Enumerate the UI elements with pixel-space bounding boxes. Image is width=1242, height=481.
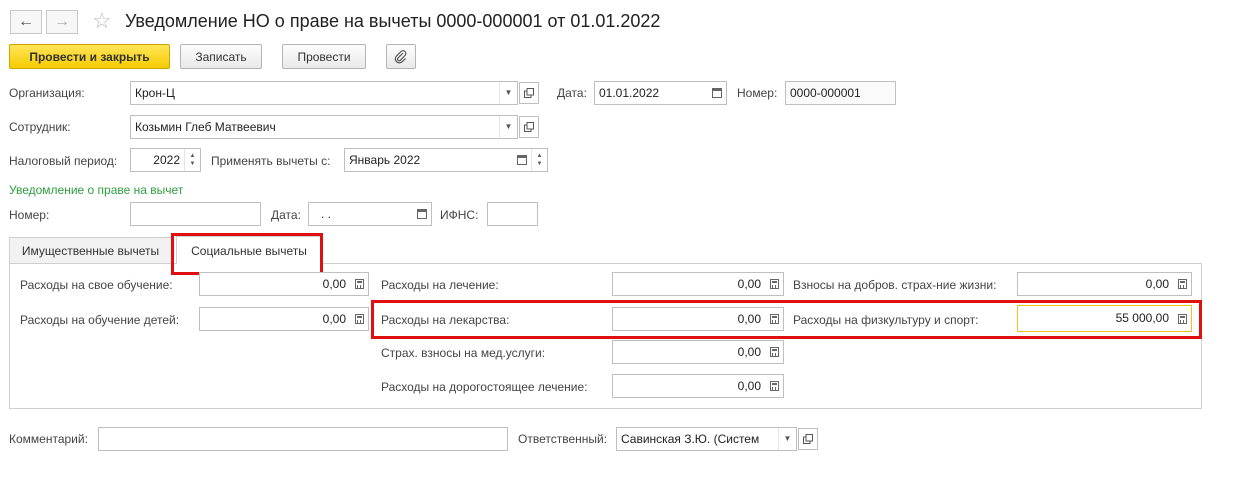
- number-field: 0000-000001: [785, 81, 896, 105]
- expensive-treatment-field[interactable]: 0,00: [612, 374, 784, 398]
- calculator-icon[interactable]: [350, 308, 368, 330]
- children-education-field[interactable]: 0,00: [199, 307, 369, 331]
- page-title: Уведомление НО о праве на вычеты 0000-00…: [125, 11, 661, 31]
- notice-number-field[interactable]: [130, 202, 261, 226]
- arrow-right-icon: →: [54, 13, 70, 30]
- life-insurance-label: Взносы на добров. страх-ние жизни:: [793, 278, 997, 292]
- notice-number-label: Номер:: [9, 208, 50, 222]
- sport-label: Расходы на физкультуру и спорт:: [793, 313, 979, 327]
- sport-value: 55 000,00: [1115, 311, 1169, 325]
- calculator-icon[interactable]: [765, 273, 783, 295]
- number-label: Номер:: [737, 86, 778, 100]
- calculator-icon[interactable]: [1173, 306, 1191, 331]
- organization-label: Организация:: [9, 86, 85, 100]
- tax-period-value: 2022: [153, 153, 180, 167]
- open-icon: [524, 122, 534, 132]
- open-organization-button[interactable]: [519, 82, 539, 104]
- children-education-value: 0,00: [322, 312, 346, 326]
- organization-value: Крон-Ц: [135, 86, 175, 100]
- apply-from-value: Январь 2022: [349, 153, 421, 167]
- back-button[interactable]: ←: [10, 10, 42, 34]
- comment-field[interactable]: [98, 427, 508, 451]
- open-icon: [524, 88, 534, 98]
- treatment-value: 0,00: [737, 277, 761, 291]
- insurance-med-label: Страх. взносы на мед.услуги:: [381, 346, 546, 360]
- notice-group-title: Уведомление о праве на вычет: [9, 183, 184, 197]
- responsible-label: Ответственный:: [518, 432, 608, 446]
- own-education-value: 0,00: [322, 277, 346, 291]
- tab-label: Социальные вычеты: [191, 243, 307, 258]
- medicines-value: 0,00: [737, 312, 761, 326]
- employee-field[interactable]: Козьмин Глеб Матвеевич ▼: [130, 115, 518, 139]
- notice-date-label: Дата:: [271, 208, 301, 222]
- children-education-label: Расходы на обучение детей:: [20, 313, 180, 327]
- calculator-icon[interactable]: [765, 375, 783, 397]
- paperclip-icon: [394, 49, 407, 63]
- comment-label: Комментарий:: [9, 432, 88, 446]
- own-education-field[interactable]: 0,00: [199, 272, 369, 296]
- open-icon: [803, 434, 813, 444]
- chevron-down-icon[interactable]: ▼: [499, 116, 517, 138]
- chevron-down-icon[interactable]: ▼: [778, 428, 796, 450]
- insurance-med-field[interactable]: 0,00: [612, 340, 784, 364]
- notice-date-field[interactable]: . .: [308, 202, 432, 226]
- responsible-value: Савинская З.Ю. (Систем: [621, 432, 760, 446]
- spinner-icon[interactable]: ▲ ▼: [184, 149, 200, 171]
- medicines-label: Расходы на лекарства:: [381, 313, 510, 327]
- tab-social-deductions[interactable]: Социальные вычеты: [176, 236, 322, 264]
- calendar-icon[interactable]: [708, 82, 726, 104]
- life-insurance-field[interactable]: 0,00: [1017, 272, 1192, 296]
- post-button[interactable]: Провести: [282, 44, 366, 69]
- chevron-down-icon[interactable]: ▼: [499, 82, 517, 104]
- calculator-icon[interactable]: [765, 308, 783, 330]
- star-icon[interactable]: ☆: [92, 8, 112, 34]
- post-and-close-button[interactable]: Провести и закрыть: [9, 44, 170, 69]
- save-button[interactable]: Записать: [180, 44, 262, 69]
- calculator-icon[interactable]: [765, 341, 783, 363]
- date-field[interactable]: 01.01.2022: [594, 81, 727, 105]
- employee-value: Козьмин Глеб Матвеевич: [135, 120, 276, 134]
- arrow-left-icon: ←: [18, 13, 34, 30]
- calendar-icon[interactable]: [513, 149, 531, 171]
- ifns-label: ИФНС:: [440, 208, 479, 222]
- insurance-med-value: 0,00: [737, 345, 761, 359]
- treatment-field[interactable]: 0,00: [612, 272, 784, 296]
- tab-property-deductions[interactable]: Имущественные вычеты: [9, 237, 172, 263]
- open-employee-button[interactable]: [519, 116, 539, 138]
- spinner-icon[interactable]: ▲ ▼: [531, 149, 547, 171]
- attach-button[interactable]: [386, 44, 416, 69]
- date-label: Дата:: [557, 86, 587, 100]
- apply-from-field[interactable]: Январь 2022 ▲ ▼: [344, 148, 548, 172]
- expensive-treatment-value: 0,00: [737, 379, 761, 393]
- tax-period-label: Налоговый период:: [9, 154, 118, 168]
- expensive-treatment-label: Расходы на дорогостоящее лечение:: [381, 380, 588, 394]
- date-value: 01.01.2022: [599, 86, 660, 100]
- ifns-field[interactable]: [487, 202, 538, 226]
- calculator-icon[interactable]: [350, 273, 368, 295]
- treatment-label: Расходы на лечение:: [381, 278, 499, 292]
- sport-field[interactable]: 55 000,00: [1017, 305, 1192, 332]
- responsible-field[interactable]: Савинская З.Ю. (Систем ▼: [616, 427, 797, 451]
- calendar-icon[interactable]: [413, 203, 431, 225]
- calculator-icon[interactable]: [1173, 273, 1191, 295]
- medicines-field[interactable]: 0,00: [612, 307, 784, 331]
- notice-date-value: . .: [321, 207, 332, 221]
- own-education-label: Расходы на свое обучение:: [20, 278, 173, 292]
- open-responsible-button[interactable]: [798, 428, 818, 450]
- number-value: 0000-000001: [790, 86, 861, 100]
- life-insurance-value: 0,00: [1145, 277, 1169, 291]
- employee-label: Сотрудник:: [9, 120, 71, 134]
- forward-button[interactable]: →: [46, 10, 78, 34]
- tax-period-field[interactable]: 2022 ▲ ▼: [130, 148, 201, 172]
- apply-from-label: Применять вычеты с:: [211, 154, 331, 168]
- organization-field[interactable]: Крон-Ц ▼: [130, 81, 518, 105]
- tab-label: Имущественные вычеты: [21, 243, 160, 258]
